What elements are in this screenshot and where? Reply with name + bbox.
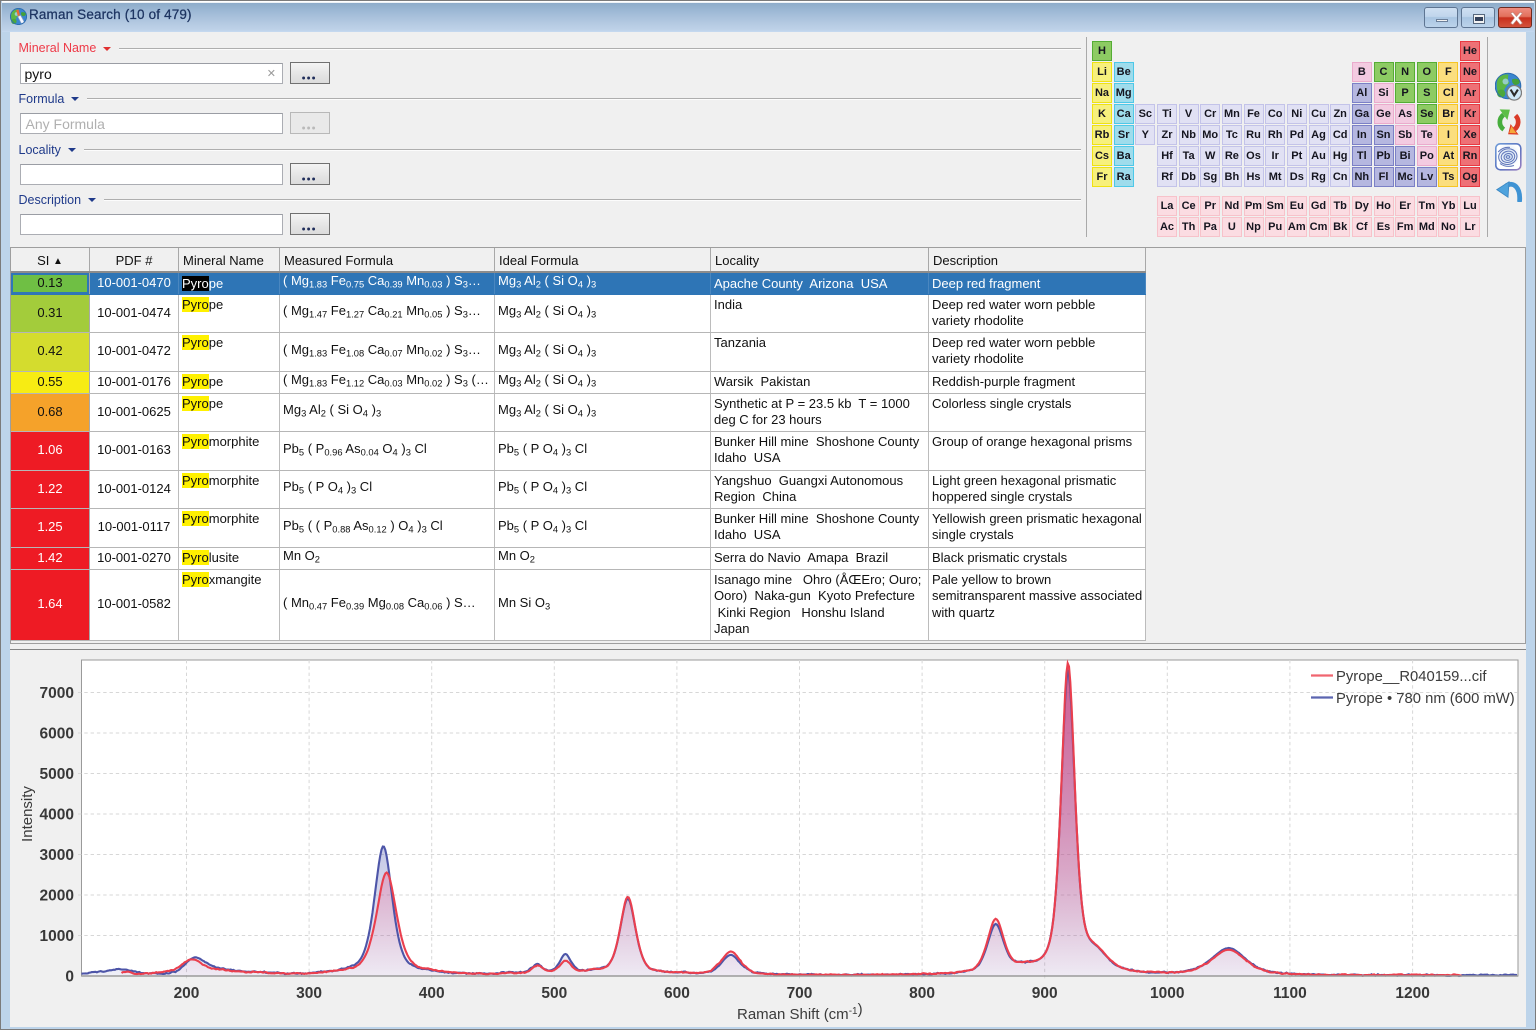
svg-text:900: 900 — [1032, 985, 1058, 1002]
svg-text:300: 300 — [296, 985, 322, 1002]
svg-text:Intensity: Intensity — [19, 786, 36, 842]
svg-text:1000: 1000 — [1150, 985, 1184, 1002]
svg-text:800: 800 — [909, 985, 935, 1002]
svg-text:0: 0 — [65, 968, 74, 985]
svg-text:2000: 2000 — [40, 887, 74, 904]
svg-text:500: 500 — [541, 985, 567, 1002]
svg-text:1000: 1000 — [40, 928, 74, 945]
svg-text:400: 400 — [419, 985, 445, 1002]
svg-text:1100: 1100 — [1273, 985, 1307, 1002]
svg-text:Raman Shift (cm-1): Raman Shift (cm-1) — [737, 1001, 863, 1023]
svg-text:6000: 6000 — [40, 725, 74, 742]
svg-text:700: 700 — [787, 985, 813, 1002]
svg-text:1200: 1200 — [1395, 985, 1429, 1002]
svg-text:600: 600 — [664, 985, 690, 1002]
svg-text:Pyrope__R040159...cif: Pyrope__R040159...cif — [1336, 669, 1487, 685]
svg-text:200: 200 — [174, 985, 200, 1002]
svg-text:5000: 5000 — [40, 766, 74, 783]
svg-text:Pyrope • 780 nm (600 mW): Pyrope • 780 nm (600 mW) — [1336, 691, 1515, 707]
svg-text:3000: 3000 — [40, 847, 74, 864]
svg-text:7000: 7000 — [40, 685, 74, 702]
svg-text:4000: 4000 — [40, 806, 74, 823]
